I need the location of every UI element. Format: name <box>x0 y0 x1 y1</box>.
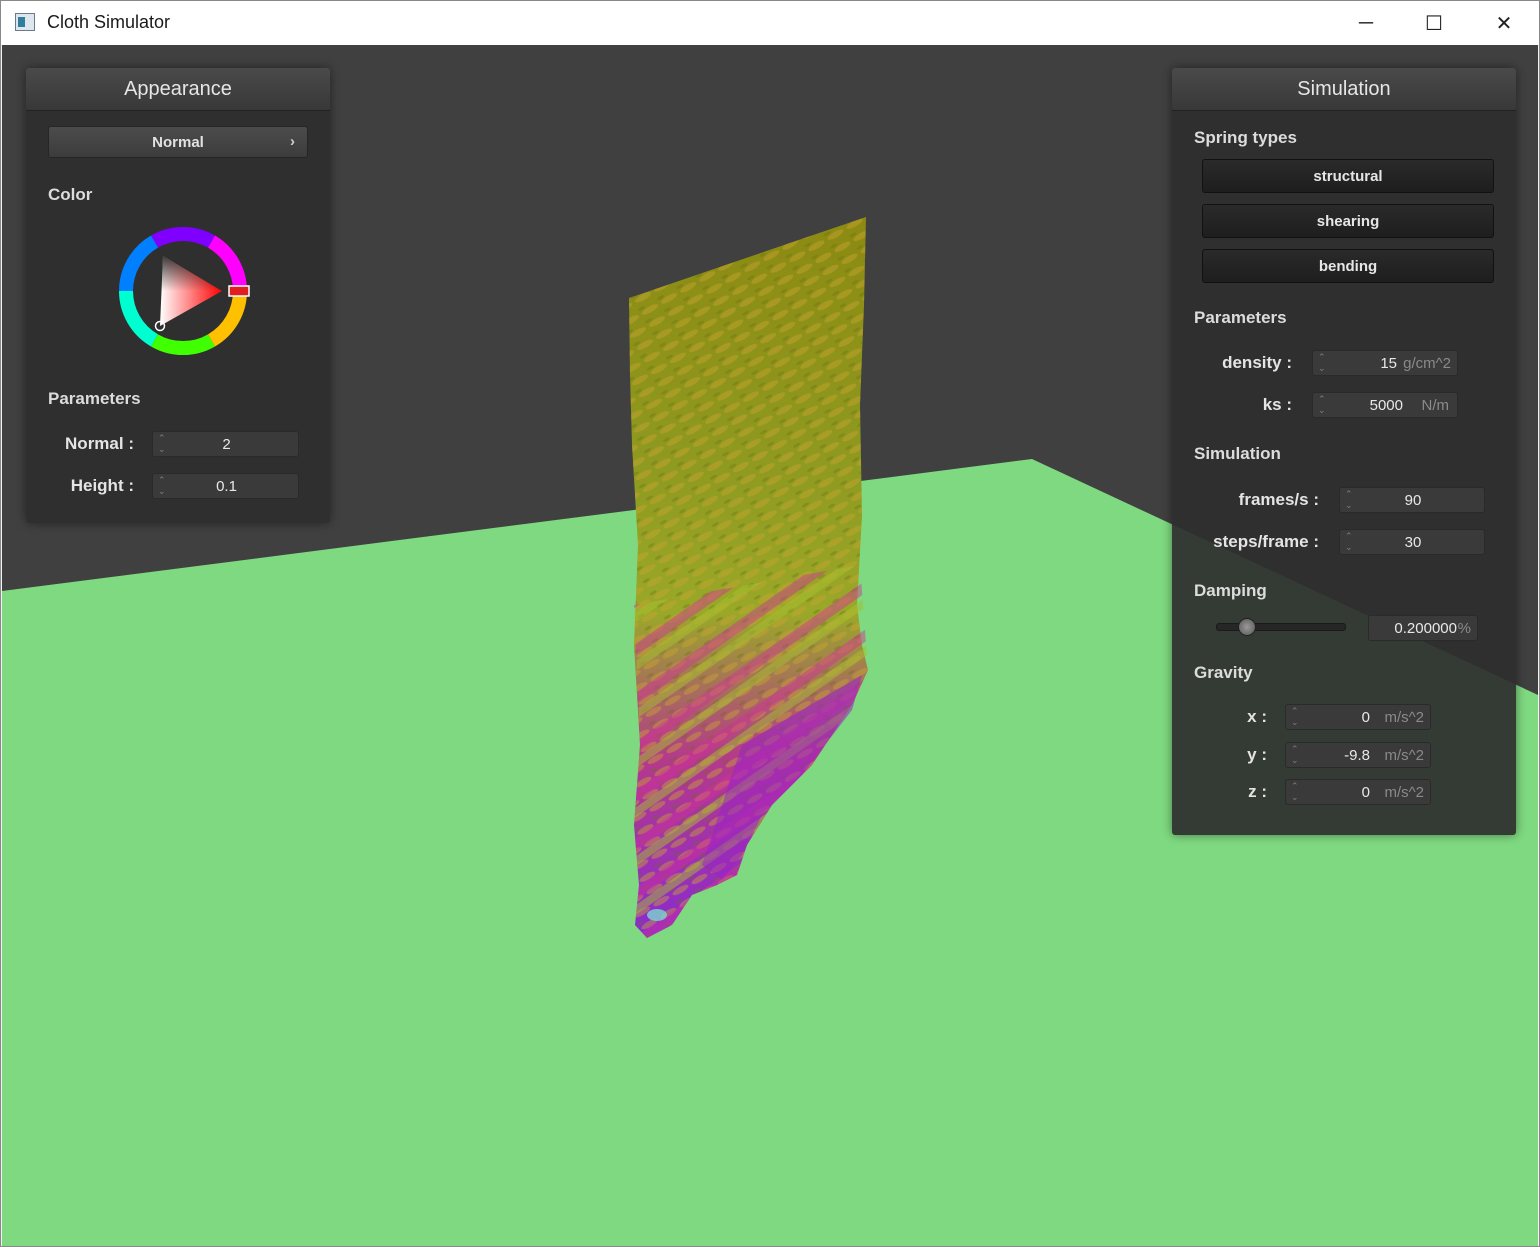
color-wheel[interactable] <box>112 220 254 362</box>
normal-value: 2 <box>222 436 231 453</box>
bending-toggle-button[interactable]: bending <box>1202 249 1494 283</box>
height-label: Height : <box>70 476 134 495</box>
chevron-right-icon: › <box>290 133 295 150</box>
density-unit: g/cm^2 <box>1403 355 1451 372</box>
simulation-viewport[interactable]: Appearance Normal › Color Parameters Nor… <box>2 45 1538 1246</box>
height-spinbox[interactable]: ⌃ ⌄ 0.1 <box>152 473 299 499</box>
simulation-panel: Simulation Spring types structural shear… <box>1172 68 1516 835</box>
app-icon <box>15 13 35 31</box>
gravity-x-unit: m/s^2 <box>1384 709 1424 726</box>
ks-label: ks : <box>1262 395 1292 414</box>
steps-per-frame-value: 30 <box>1404 534 1422 551</box>
color-section-label: Color <box>48 185 93 204</box>
damping-slider-track[interactable] <box>1216 623 1346 631</box>
ks-value: 5000 <box>1369 397 1403 414</box>
gravity-z-spinbox[interactable]: ⌃ ⌄ 0 m/s^2 <box>1285 779 1431 805</box>
ks-unit: N/m <box>1421 397 1450 414</box>
density-value: 15 <box>1380 355 1397 372</box>
gravity-z-unit: m/s^2 <box>1384 784 1424 801</box>
steps-per-frame-spinbox[interactable]: ⌃ ⌄ 30 <box>1339 529 1485 555</box>
gravity-y-spinbox[interactable]: ⌃ ⌄ -9.8 m/s^2 <box>1285 742 1431 768</box>
shearing-toggle-button[interactable]: shearing <box>1202 204 1494 238</box>
gravity-z-value: 0 <box>1361 784 1370 801</box>
density-spinbox[interactable]: ⌃ ⌄ 15 g/cm^2 <box>1312 350 1458 376</box>
simulation-section-label: Simulation <box>1194 444 1281 463</box>
damping-slider-handle[interactable] <box>1238 618 1257 636</box>
fps-value: 90 <box>1404 492 1422 509</box>
gravity-x-value: 0 <box>1361 709 1370 726</box>
title-bar: Cloth Simulator ─ ☐ ✕ <box>1 1 1539 45</box>
fps-spinbox[interactable]: ⌃ ⌄ 90 <box>1339 487 1485 513</box>
fps-label: frames/s : <box>1238 490 1319 509</box>
simulation-parameters-label: Parameters <box>1194 308 1287 327</box>
structural-toggle-button[interactable]: structural <box>1202 159 1494 193</box>
shader-select-value: Normal <box>152 133 204 151</box>
gravity-y-unit: m/s^2 <box>1384 747 1424 764</box>
spin-arrows-icon[interactable]: ⌃ ⌄ <box>1318 394 1328 416</box>
density-label: density : <box>1222 353 1292 372</box>
steps-per-frame-label: steps/frame : <box>1213 532 1319 551</box>
gravity-z-label: z : <box>1248 782 1267 801</box>
app-window: Cloth Simulator ─ ☐ ✕ Appearance Normal … <box>0 0 1540 1247</box>
height-value: 0.1 <box>216 478 237 495</box>
simulation-panel-title: Simulation <box>1172 68 1516 111</box>
gravity-y-label: y : <box>1247 745 1267 764</box>
spin-arrows-icon[interactable]: ⌃ ⌄ <box>1291 781 1301 803</box>
spin-arrows-icon[interactable]: ⌃ ⌄ <box>1291 706 1301 728</box>
appearance-panel: Appearance Normal › Color Parameters Nor… <box>26 68 330 523</box>
window-title: Cloth Simulator <box>47 12 171 32</box>
hue-selector <box>228 285 250 297</box>
damping-value: 0.200000 <box>1394 620 1457 637</box>
shader-select[interactable]: Normal › <box>48 126 308 158</box>
damping-unit: % <box>1457 620 1471 637</box>
maximize-button[interactable]: ☐ <box>1399 1 1469 45</box>
minimize-button[interactable]: ─ <box>1331 1 1401 45</box>
appearance-parameters-label: Parameters <box>48 389 141 408</box>
damping-value-field[interactable]: 0.200000 % <box>1368 615 1478 641</box>
appearance-panel-title: Appearance <box>26 68 330 111</box>
damping-label: Damping <box>1194 581 1267 600</box>
spring-types-label: Spring types <box>1194 128 1297 147</box>
gravity-x-label: x : <box>1247 707 1267 726</box>
normal-spinbox[interactable]: ⌃ ⌄ 2 <box>152 431 299 457</box>
spin-arrows-icon[interactable]: ⌃ ⌄ <box>1291 744 1301 766</box>
ks-spinbox[interactable]: ⌃ ⌄ 5000 N/m <box>1312 392 1458 418</box>
normal-label: Normal : <box>65 434 134 453</box>
gravity-label: Gravity <box>1194 663 1253 682</box>
close-button[interactable]: ✕ <box>1469 1 1539 45</box>
spin-arrows-icon[interactable]: ⌃ ⌄ <box>1318 352 1328 374</box>
gravity-y-value: -9.8 <box>1344 747 1370 764</box>
gravity-x-spinbox[interactable]: ⌃ ⌄ 0 m/s^2 <box>1285 704 1431 730</box>
